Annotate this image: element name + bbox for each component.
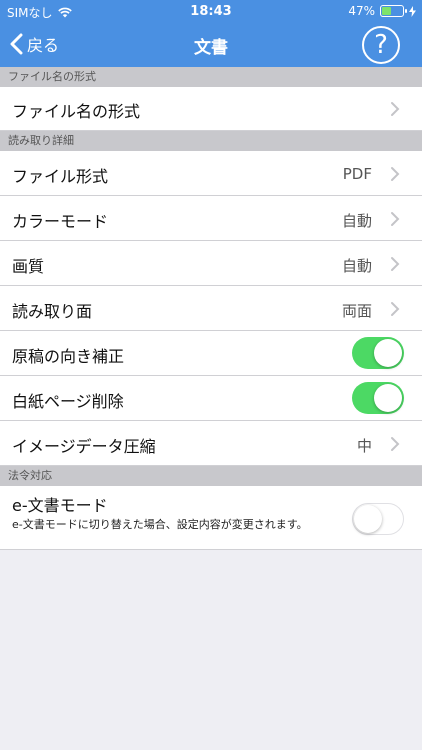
question-icon: ? xyxy=(374,30,388,60)
row-value: 自動 xyxy=(341,257,372,275)
row-file-format[interactable]: ファイル形式 PDF xyxy=(0,151,422,196)
row-image-quality[interactable]: 画質 自動 xyxy=(0,241,422,286)
row-color-mode[interactable]: カラーモード 自動 xyxy=(0,196,422,241)
chevron-right-icon xyxy=(391,257,400,271)
row-label: ファイル名の形式 xyxy=(12,102,141,121)
charging-icon xyxy=(409,5,416,17)
section-header-legal: 法令対応 xyxy=(0,466,422,486)
section-header-filename: ファイル名の形式 xyxy=(0,67,422,87)
row-value: PDF xyxy=(342,165,372,183)
row-e-document-mode: e-文書モード e-文書モードに切り替えた場合、設定内容が変更されます。 xyxy=(0,486,422,550)
chevron-right-icon xyxy=(391,437,400,451)
battery-indicator: 47% xyxy=(348,4,416,18)
battery-percent: 47% xyxy=(348,4,375,18)
chevron-right-icon xyxy=(391,102,400,116)
row-label: カラーモード xyxy=(12,212,109,231)
row-label: 原稿の向き補正 xyxy=(12,347,125,366)
row-blank-page-removal: 白紙ページ削除 xyxy=(0,376,422,421)
help-button[interactable]: ? xyxy=(362,26,400,64)
blank-page-removal-toggle[interactable] xyxy=(352,382,404,414)
row-label: 画質 xyxy=(12,257,45,276)
section-header-scan: 読み取り詳細 xyxy=(0,131,422,151)
row-description: e-文書モードに切り替えた場合、設定内容が変更されます。 xyxy=(12,518,308,531)
row-filename-format[interactable]: ファイル名の形式 xyxy=(0,87,422,131)
battery-icon xyxy=(380,5,407,17)
navigation-bar: 戻る 文書 ? xyxy=(0,22,422,67)
chevron-right-icon xyxy=(391,302,400,316)
orientation-correction-toggle[interactable] xyxy=(352,337,404,369)
row-value: 両面 xyxy=(341,302,372,320)
chevron-right-icon xyxy=(391,212,400,226)
chevron-right-icon xyxy=(391,167,400,181)
status-bar: SIMなし 18:43 47% xyxy=(0,0,422,22)
row-label: イメージデータ圧縮 xyxy=(12,437,156,456)
toggle-knob xyxy=(374,384,402,412)
row-image-compression[interactable]: イメージデータ圧縮 中 xyxy=(0,421,422,466)
row-label: e-文書モード xyxy=(12,496,108,515)
toggle-knob xyxy=(354,505,382,533)
battery-fill xyxy=(382,7,392,15)
row-orientation-correction: 原稿の向き補正 xyxy=(0,331,422,376)
row-label: 白紙ページ削除 xyxy=(12,392,124,411)
top-bar: SIMなし 18:43 47% 戻る 文書 ? xyxy=(0,0,422,67)
row-label: ファイル形式 xyxy=(12,167,109,186)
row-value: 自動 xyxy=(341,212,372,230)
toggle-knob xyxy=(374,339,402,367)
e-document-mode-toggle[interactable] xyxy=(352,503,404,535)
row-value: 中 xyxy=(356,437,372,455)
page-title: 文書 xyxy=(194,38,228,58)
row-scan-side[interactable]: 読み取り面 両面 xyxy=(0,286,422,331)
row-label: 読み取り面 xyxy=(12,302,93,321)
